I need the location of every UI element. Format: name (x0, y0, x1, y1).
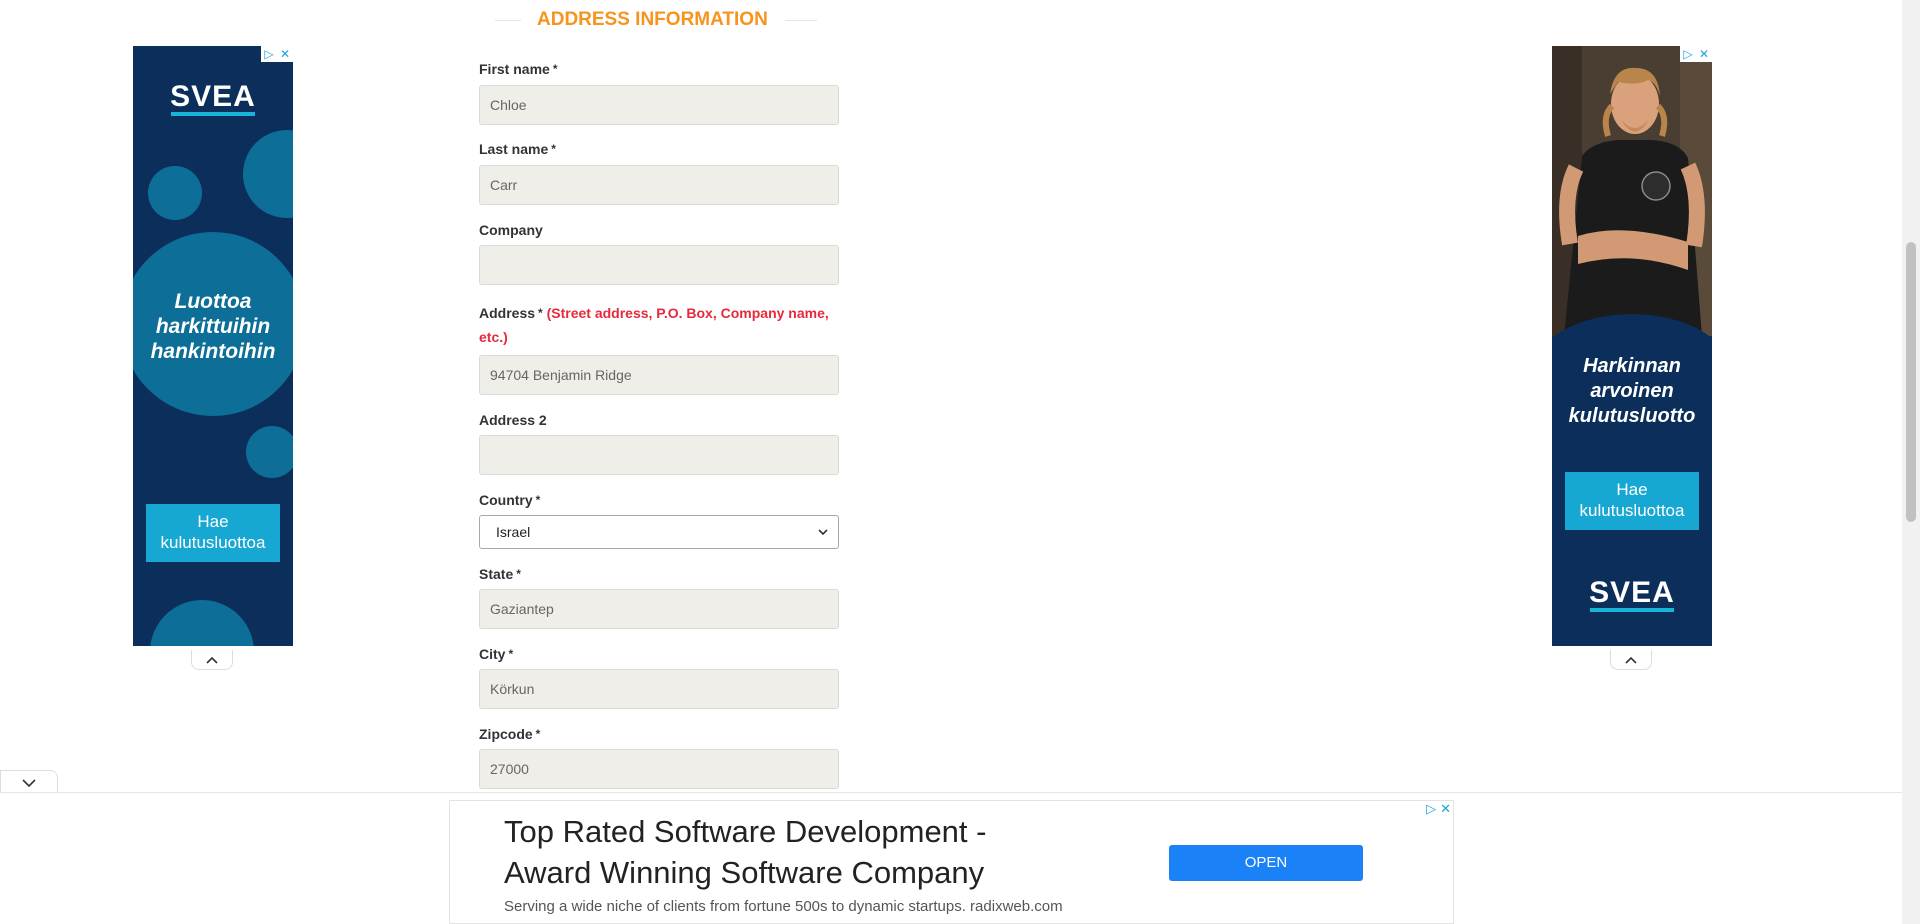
city-field: City * Körkun (479, 645, 839, 709)
required-mark: * (508, 647, 514, 661)
zipcode-input[interactable]: 27000 (479, 749, 839, 789)
slogan-line: harkittuihin (155, 315, 271, 338)
address2-input[interactable] (479, 435, 839, 475)
last-name-field: Last name * Carr (479, 140, 839, 205)
state-input[interactable]: Gaziantep (479, 589, 839, 629)
address-label: Address (479, 305, 536, 321)
adchoices-icon[interactable]: ▷ (261, 46, 277, 62)
bottom-ad[interactable]: ▷ ✕ Top Rated Software Development - Awa… (449, 800, 1454, 924)
headline-line: Top Rated Software Development - (504, 814, 987, 849)
close-icon[interactable]: ✕ (277, 46, 293, 62)
first-name-field: First name * Chloe (479, 60, 839, 125)
zipcode-label: Zipcode (479, 726, 533, 742)
heading-rule-left (495, 20, 521, 21)
scrollbar-thumb[interactable] (1906, 242, 1916, 522)
slogan-line: kulutusluotto (1568, 405, 1696, 427)
chevron-down-icon (818, 529, 828, 536)
ad-badge[interactable]: ▷ ✕ (261, 46, 293, 62)
logo-underline (171, 112, 255, 116)
svea-logo: SVEA (1589, 576, 1675, 609)
ad-badge[interactable]: ▷ ✕ (1426, 801, 1451, 817)
left-side-ad[interactable]: ▷ ✕ SVEA Luottoa harkittuihin hankintoih… (133, 46, 293, 646)
decor-bubble (148, 166, 202, 220)
page: ADDRESS INFORMATION First name * Chloe La… (0, 0, 1920, 924)
headline-line: Award Winning Software Company (504, 855, 985, 890)
required-mark: * (552, 62, 558, 76)
country-field: Country * Israel (479, 491, 839, 549)
ad-headline[interactable]: Top Rated Software Development - Award W… (504, 811, 1064, 893)
address-field: Address * (Street address, P.O. Box, Comp… (479, 301, 839, 395)
state-field: State * Gaziantep (479, 565, 839, 629)
state-label: State (479, 566, 514, 582)
country-label: Country (479, 492, 533, 508)
decor-bubble (246, 426, 293, 478)
first-name-label: First name (479, 61, 550, 77)
section-heading: ADDRESS INFORMATION (495, 6, 825, 32)
collapse-bottom-ad-button[interactable] (0, 770, 58, 794)
company-input[interactable] (479, 245, 839, 285)
required-mark: * (516, 567, 521, 581)
cta-line: kulutusluottoa (1579, 501, 1685, 520)
logo-underline (1590, 608, 1674, 612)
ad-badge[interactable]: ▷ ✕ (1680, 46, 1712, 62)
cta-line: Hae (1616, 480, 1648, 499)
address2-field: Address 2 (479, 411, 839, 475)
slogan-line: Harkinnan (1583, 355, 1681, 377)
person-image (1552, 46, 1712, 336)
decor-bubble (243, 130, 293, 218)
ad-slogan: Luottoa harkittuihin hankintoihin (133, 289, 293, 364)
required-mark: * (538, 306, 543, 320)
decor-bubble (150, 600, 254, 646)
address2-label: Address 2 (479, 412, 547, 428)
ad-photo (1552, 46, 1712, 336)
heading-rule-right (785, 20, 817, 21)
required-mark: * (535, 727, 541, 741)
cta-line: kulutusluottoa (160, 533, 266, 552)
close-icon[interactable]: ✕ (1440, 801, 1451, 817)
collapse-left-ad-button[interactable] (191, 650, 233, 670)
city-input[interactable]: Körkun (479, 669, 839, 709)
city-label: City (479, 646, 506, 662)
zipcode-field: Zipcode * 27000 (479, 725, 839, 789)
adchoices-icon[interactable]: ▷ (1680, 46, 1696, 62)
slogan-line: Luottoa (174, 290, 252, 313)
company-label: Company (479, 222, 543, 238)
chevron-up-icon (1625, 656, 1637, 664)
chevron-up-icon (206, 656, 218, 664)
open-button[interactable]: OPEN (1169, 845, 1363, 881)
required-mark: * (551, 142, 556, 156)
required-mark: * (535, 493, 541, 507)
ad-cta-button[interactable]: Hae kulutusluottoa (146, 504, 280, 562)
address-input[interactable]: 94704 Benjamin Ridge (479, 355, 839, 395)
cta-line: Hae (197, 512, 229, 531)
last-name-label: Last name (479, 141, 549, 157)
right-side-ad[interactable]: ▷ ✕ Harkinnan arvoinen kulutusluotto Hae… (1552, 46, 1712, 646)
adchoices-icon[interactable]: ▷ (1426, 801, 1436, 817)
ad-cta-button[interactable]: Hae kulutusluottoa (1565, 472, 1699, 530)
slogan-line: arvoinen (1590, 380, 1674, 402)
slogan-line: hankintoihin (150, 340, 276, 363)
section-title: ADDRESS INFORMATION (537, 9, 768, 30)
svea-logo: SVEA (170, 80, 256, 113)
country-select[interactable]: Israel (479, 515, 839, 549)
ad-slogan: Harkinnan arvoinen kulutusluotto (1552, 354, 1712, 429)
ad-description: Serving a wide niche of clients from for… (504, 898, 1063, 915)
collapse-right-ad-button[interactable] (1610, 650, 1652, 670)
last-name-input[interactable]: Carr (479, 165, 839, 205)
page-scrollbar[interactable] (1902, 0, 1920, 924)
company-field: Company (479, 221, 839, 285)
country-selected-value: Israel (496, 524, 531, 540)
close-icon[interactable]: ✕ (1696, 46, 1712, 62)
first-name-input[interactable]: Chloe (479, 85, 839, 125)
chevron-down-icon (22, 778, 36, 787)
